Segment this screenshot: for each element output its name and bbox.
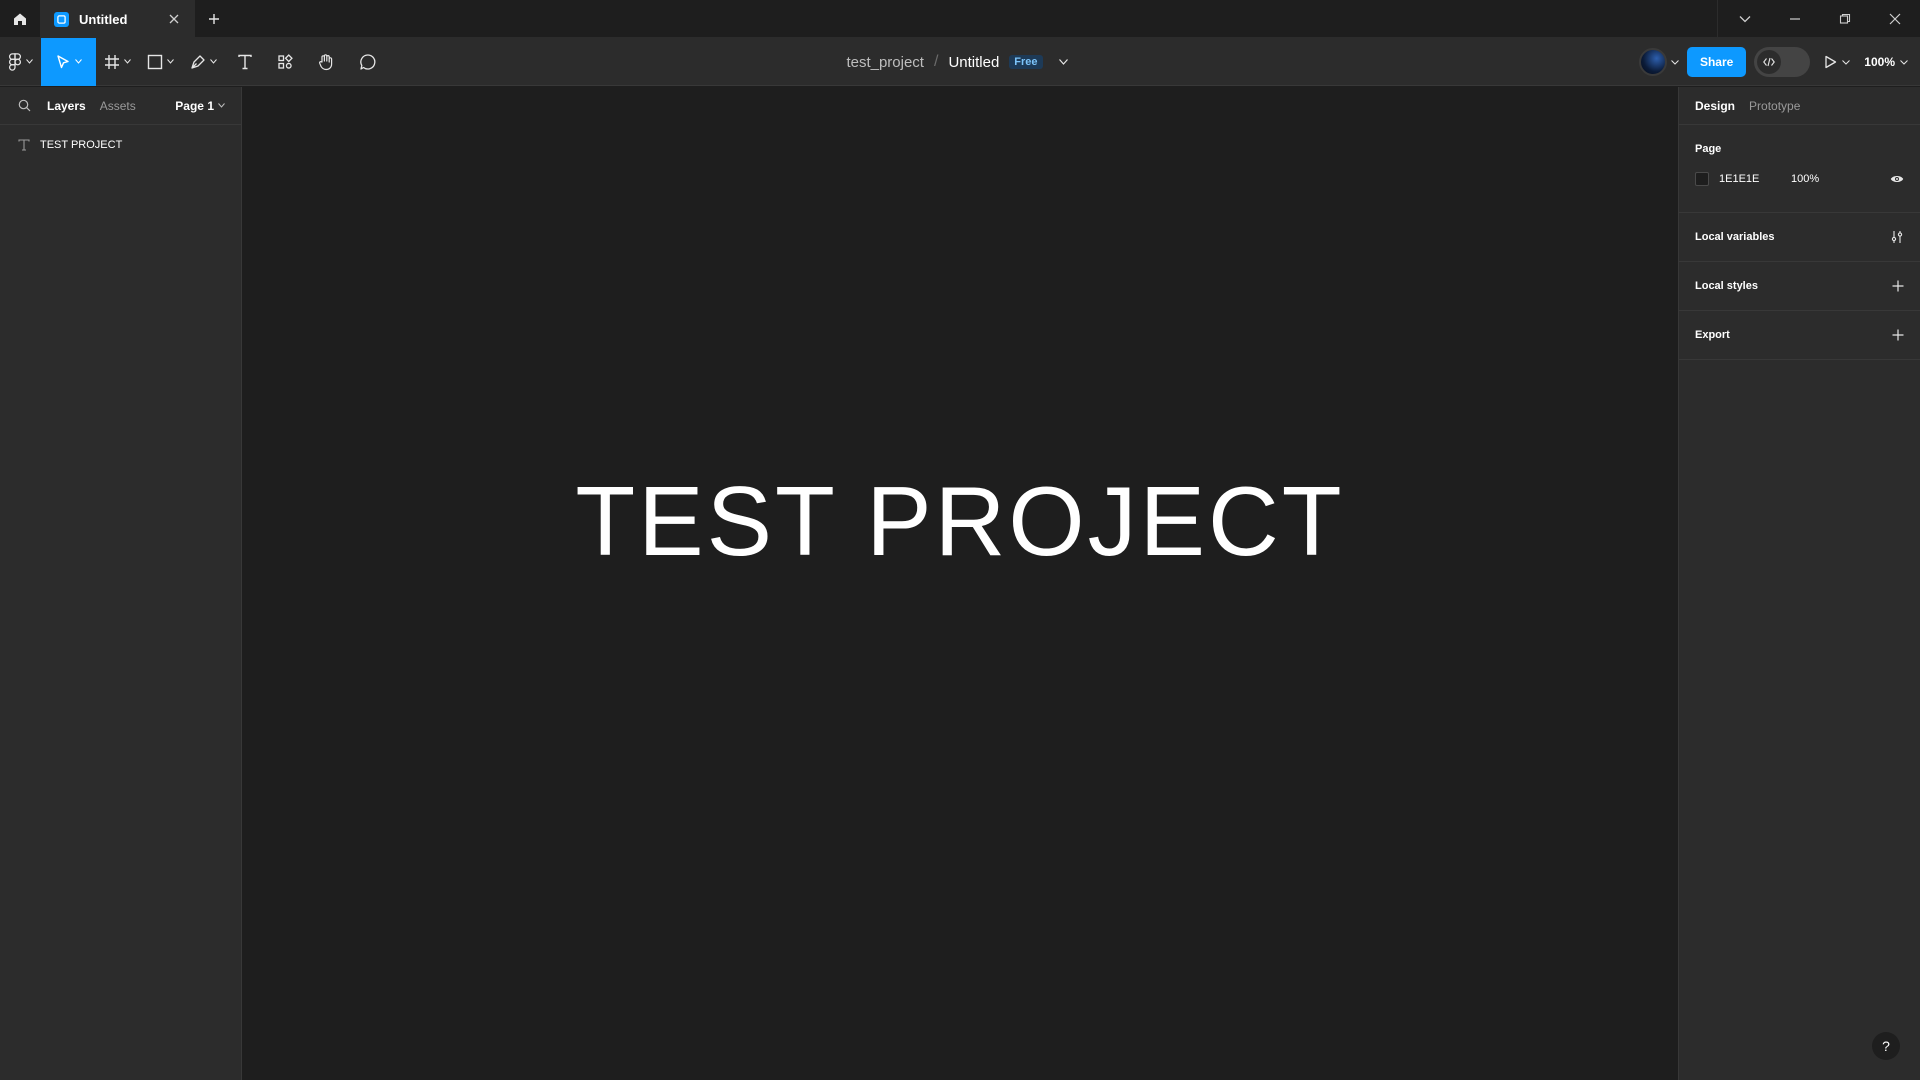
file-tab[interactable]: Untitled xyxy=(40,0,195,38)
page-section-title: Page xyxy=(1695,143,1722,155)
title-bar: Untitled xyxy=(0,0,1920,38)
dev-mode-toggle[interactable] xyxy=(1754,47,1811,77)
components-icon xyxy=(278,53,293,69)
rectangle-icon xyxy=(147,54,163,69)
plus-icon[interactable] xyxy=(1892,280,1904,292)
eye-icon[interactable] xyxy=(1890,174,1904,184)
share-button[interactable]: Share xyxy=(1686,47,1747,77)
hand-tool-button[interactable] xyxy=(305,38,347,86)
chevron-down-icon xyxy=(218,103,225,108)
tab-design[interactable]: Design xyxy=(1695,99,1735,113)
page-selector[interactable]: Page 1 xyxy=(175,99,225,113)
plan-badge: Free xyxy=(1009,55,1043,69)
chevron-down-icon xyxy=(1671,59,1679,65)
chevron-down-icon xyxy=(1739,16,1751,23)
close-icon xyxy=(1889,13,1901,25)
minimize-button[interactable] xyxy=(1770,0,1820,38)
chevron-down-icon xyxy=(166,58,174,66)
chevron-down-icon xyxy=(25,58,33,66)
zoom-menu-button[interactable]: 100% xyxy=(1864,55,1908,69)
local-styles-section: Local styles xyxy=(1679,262,1920,311)
plus-icon[interactable] xyxy=(1892,329,1904,341)
toolbar: test_project / Untitled Free Share 100% xyxy=(0,37,1920,86)
tab-assets[interactable]: Assets xyxy=(93,99,143,113)
text-tool-button[interactable] xyxy=(225,38,265,86)
left-panel-tabs: Layers Assets Page 1 xyxy=(0,87,241,125)
tabs-overflow-button[interactable] xyxy=(1720,0,1770,38)
export-section: Export xyxy=(1679,311,1920,360)
home-button[interactable] xyxy=(0,0,40,38)
restore-icon xyxy=(1839,13,1851,24)
fill-hex-input[interactable]: 1E1E1E xyxy=(1719,173,1791,185)
restore-button[interactable] xyxy=(1820,0,1870,38)
tab-title: Untitled xyxy=(79,11,128,27)
figma-file-icon xyxy=(54,11,69,27)
variables-adjust-icon[interactable] xyxy=(1890,230,1904,244)
text-icon xyxy=(238,54,252,69)
tab-layers[interactable]: Layers xyxy=(40,99,93,113)
page-fill-row: 1E1E1E 100% xyxy=(1695,163,1904,195)
section-title: Local styles xyxy=(1695,280,1758,292)
page-selector-label: Page 1 xyxy=(175,98,214,113)
zoom-level: 100% xyxy=(1864,55,1895,69)
left-panel: Layers Assets Page 1 TEST PROJECT xyxy=(0,87,242,1080)
canvas-text-element[interactable]: TEST PROJECT xyxy=(242,472,1678,570)
minimize-icon xyxy=(1790,18,1800,20)
chevron-down-icon xyxy=(209,58,217,66)
move-tool-button[interactable] xyxy=(41,37,96,86)
section-title: Local variables xyxy=(1695,231,1775,243)
close-tab-icon[interactable] xyxy=(167,12,181,26)
avatar xyxy=(1638,48,1667,76)
layer-item[interactable]: TEST PROJECT xyxy=(0,129,241,161)
plus-icon xyxy=(209,14,219,24)
chevron-down-icon xyxy=(1900,59,1908,65)
frame-tool-button[interactable] xyxy=(96,38,139,86)
file-name[interactable]: Untitled xyxy=(948,54,999,71)
tab-prototype[interactable]: Prototype xyxy=(1749,99,1800,113)
chevron-down-icon xyxy=(1842,59,1851,65)
main-menu-button[interactable] xyxy=(0,38,41,86)
breadcrumb-separator: / xyxy=(933,53,939,70)
new-tab-button[interactable] xyxy=(195,0,233,38)
cursor-icon xyxy=(57,54,69,68)
hand-icon xyxy=(319,53,333,70)
right-panel: Design Prototype Page 1E1E1E 100% Local … xyxy=(1678,87,1920,1080)
chevron-down-icon xyxy=(123,58,131,66)
color-swatch[interactable] xyxy=(1695,172,1709,186)
pen-icon xyxy=(191,54,205,69)
page-section: Page 1E1E1E 100% xyxy=(1679,125,1920,213)
chevron-down-icon xyxy=(74,58,82,66)
file-menu-chevron-icon[interactable] xyxy=(1053,59,1074,65)
play-icon xyxy=(1825,55,1837,69)
close-window-button[interactable] xyxy=(1870,0,1920,38)
frame-icon xyxy=(105,54,119,69)
fill-opacity-input[interactable]: 100% xyxy=(1791,173,1819,185)
comment-icon xyxy=(360,53,376,70)
pen-tool-button[interactable] xyxy=(182,38,225,86)
text-layer-icon xyxy=(18,139,30,151)
right-panel-tabs: Design Prototype xyxy=(1679,87,1920,125)
user-menu-button[interactable] xyxy=(1638,48,1679,76)
shape-tool-button[interactable] xyxy=(139,38,182,86)
layer-name: TEST PROJECT xyxy=(40,139,123,151)
search-icon[interactable] xyxy=(16,98,32,114)
project-name-link[interactable]: test_project xyxy=(846,54,924,71)
figma-logo-icon xyxy=(9,52,22,71)
help-button[interactable]: ? xyxy=(1872,1032,1900,1060)
local-variables-section: Local variables xyxy=(1679,213,1920,262)
present-button[interactable] xyxy=(1818,55,1856,69)
home-icon xyxy=(14,13,26,25)
resources-tool-button[interactable] xyxy=(265,38,305,86)
code-icon xyxy=(1757,50,1782,74)
section-title: Export xyxy=(1695,329,1730,341)
canvas[interactable]: TEST PROJECT xyxy=(242,87,1678,1080)
comment-tool-button[interactable] xyxy=(347,38,389,86)
